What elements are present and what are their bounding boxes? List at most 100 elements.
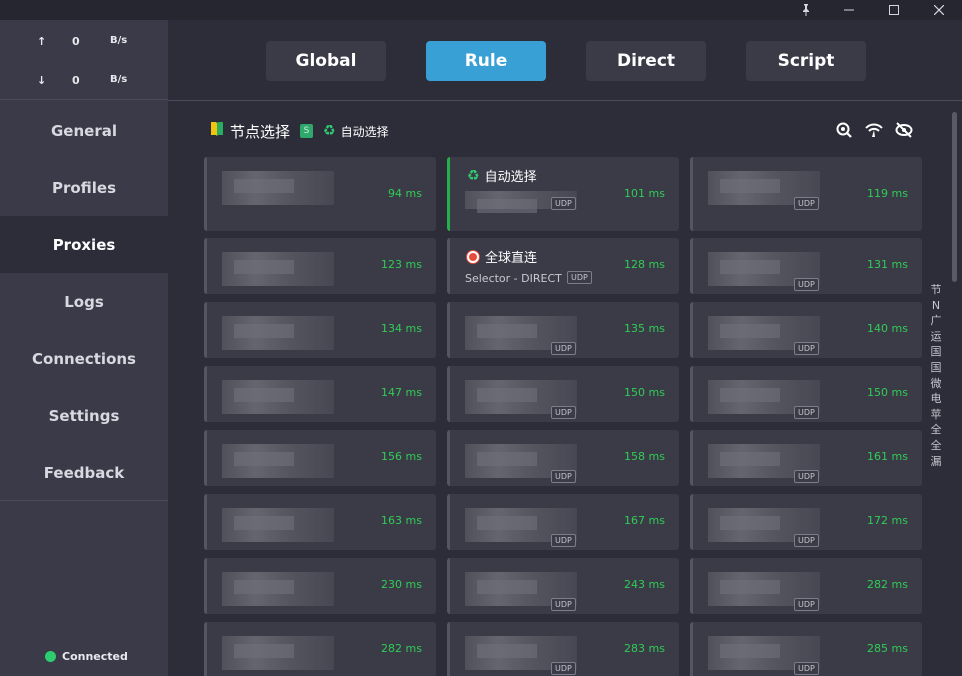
close-icon[interactable] [918,0,960,20]
proxy-card[interactable]: UDP 243 ms [447,558,679,614]
udp-badge: UDP [794,662,819,675]
mode-global-button[interactable]: Global [266,41,386,81]
proxy-card[interactable]: UDP 150 ms [447,366,679,422]
index-letter[interactable]: 微 [931,377,942,392]
nav-logs[interactable]: Logs [0,273,168,330]
proxy-card[interactable]: 134 ms [204,302,436,358]
latency-value[interactable]: 230 ms [381,578,422,591]
index-letter[interactable]: 运 [931,330,942,345]
eye-off-icon[interactable] [894,120,914,140]
latency-value[interactable]: 147 ms [381,386,422,399]
pin-icon[interactable] [785,0,827,20]
proxy-card[interactable]: UDP 131 ms [690,238,922,294]
connection-status: Connected [45,650,128,663]
latency-value[interactable]: 134 ms [381,322,422,335]
latency-value[interactable]: 135 ms [624,322,665,335]
title-bar [0,0,962,20]
udp-badge: UDP [551,342,576,355]
selection-bar [204,238,207,294]
proxy-card[interactable]: 全球直连 Selector - DIRECT UDP 128 ms [447,238,679,294]
redacted-proxy-name [222,171,334,205]
proxy-card[interactable]: 94 ms [204,157,436,231]
latency-value[interactable]: 119 ms [867,187,908,200]
nav-general[interactable]: General [0,102,168,159]
latency-value[interactable]: 161 ms [867,450,908,463]
redacted-proxy-name [222,380,334,414]
mode-rule-button[interactable]: Rule [426,41,546,81]
selection-bar [447,157,450,231]
nav-connections[interactable]: Connections [0,330,168,387]
index-letter[interactable]: 全 [931,423,942,438]
latency-value[interactable]: 163 ms [381,514,422,527]
proxy-card[interactable]: 156 ms [204,430,436,486]
latency-value[interactable]: 101 ms [624,187,665,200]
mode-direct-button[interactable]: Direct [586,41,706,81]
proxy-card[interactable]: UDP 161 ms [690,430,922,486]
proxy-type: Selector - DIRECT [465,272,562,285]
proxy-name: 全球直连 [467,247,537,266]
latency-value[interactable]: 94 ms [388,187,422,200]
latency-value[interactable]: 140 ms [867,322,908,335]
proxy-card[interactable]: 282 ms [204,622,436,676]
latency-value[interactable]: 150 ms [624,386,665,399]
proxy-group-header[interactable]: 节点选择 S ♻ 自动选择 [210,120,389,142]
proxy-card[interactable]: UDP 158 ms [447,430,679,486]
latency-value[interactable]: 128 ms [624,258,665,271]
proxy-card[interactable]: UDP 150 ms [690,366,922,422]
upload-speed: ↑ 0 B/s [0,35,168,55]
latency-value[interactable]: 156 ms [381,450,422,463]
selection-bar [447,622,450,676]
nav-settings[interactable]: Settings [0,387,168,444]
udp-badge: UDP [794,534,819,547]
index-letter[interactable]: 全 [931,439,942,454]
wifi-speed-icon[interactable] [864,120,884,140]
index-letter[interactable]: 电 [931,392,942,407]
proxy-card[interactable]: UDP 283 ms [447,622,679,676]
proxy-card[interactable]: UDP 282 ms [690,558,922,614]
index-letter[interactable]: 漏 [931,455,942,470]
latency-value[interactable]: 243 ms [624,578,665,591]
nav-proxies[interactable]: Proxies [0,216,168,273]
latency-value[interactable]: 123 ms [381,258,422,271]
proxy-card[interactable]: 230 ms [204,558,436,614]
proxy-card[interactable]: UDP 285 ms [690,622,922,676]
latency-value[interactable]: 158 ms [624,450,665,463]
minimize-icon[interactable] [828,0,870,20]
latency-value[interactable]: 282 ms [867,578,908,591]
latency-value[interactable]: 282 ms [381,642,422,655]
redacted-proxy-name [222,572,334,606]
latency-value[interactable]: 172 ms [867,514,908,527]
maximize-icon[interactable] [873,0,915,20]
search-zoom-icon[interactable] [834,120,854,140]
proxy-card[interactable]: UDP 135 ms [447,302,679,358]
proxy-card[interactable]: UDP 119 ms [690,157,922,231]
selection-bar [690,494,693,550]
proxy-card[interactable]: UDP 172 ms [690,494,922,550]
proxy-card[interactable]: 123 ms [204,238,436,294]
latency-value[interactable]: 283 ms [624,642,665,655]
proxy-card[interactable]: 147 ms [204,366,436,422]
proxy-card[interactable]: UDP 167 ms [447,494,679,550]
scrollbar-thumb[interactable] [952,112,957,282]
index-letter[interactable]: 节 [931,283,942,298]
udp-badge: UDP [794,197,819,210]
proxy-card[interactable]: UDP 140 ms [690,302,922,358]
latency-value[interactable]: 167 ms [624,514,665,527]
selection-bar [204,302,207,358]
selection-bar [447,430,450,486]
nav-feedback[interactable]: Feedback [0,444,168,501]
proxy-card[interactable]: 163 ms [204,494,436,550]
mode-script-button[interactable]: Script [746,41,866,81]
index-letter[interactable]: 国 [931,345,942,360]
proxy-card[interactable]: ♻ 自动选择 UDP 101 ms [447,157,679,231]
nav-profiles[interactable]: Profiles [0,159,168,216]
latency-value[interactable]: 131 ms [867,258,908,271]
index-letter[interactable]: 广 [931,314,942,329]
download-unit: B/s [110,74,128,85]
latency-value[interactable]: 150 ms [867,386,908,399]
index-letter[interactable]: 国 [931,361,942,376]
index-letter[interactable]: 苹 [931,408,942,423]
latency-value[interactable]: 285 ms [867,642,908,655]
selection-bar [204,157,207,231]
index-letter[interactable]: N [932,299,940,314]
